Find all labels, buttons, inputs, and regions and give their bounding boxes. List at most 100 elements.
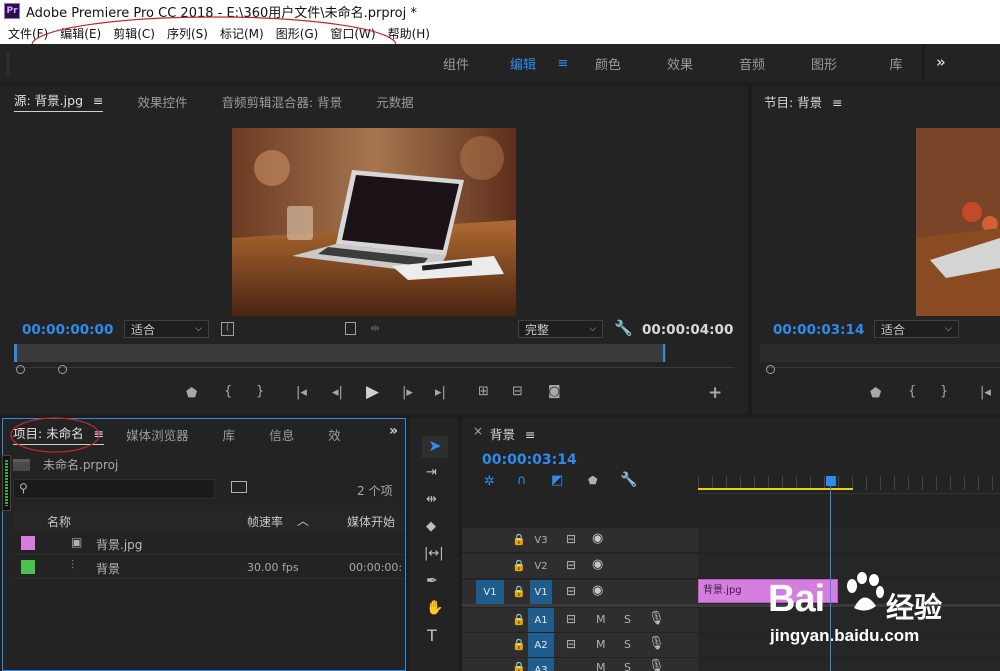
add-button-icon[interactable]: +	[708, 383, 722, 403]
workspace-graphics[interactable]: 图形	[788, 54, 860, 73]
program-fit-select[interactable]: 适合 ⌵	[874, 320, 959, 338]
sync-lock-icon[interactable]: ⊟	[566, 637, 576, 651]
mark-out-icon[interactable]: }	[256, 384, 264, 399]
workspace-menu-icon[interactable]: ≡	[554, 56, 572, 71]
drag-video-icon[interactable]	[345, 322, 356, 335]
lock-icon[interactable]: 🔒	[512, 533, 526, 546]
new-search-bin-icon[interactable]	[231, 481, 247, 493]
lock-icon[interactable]: 🔒	[512, 585, 526, 598]
in-out-toggle-icon[interactable]: ⟨	[221, 322, 234, 336]
track-target-v1[interactable]: V1	[530, 580, 552, 604]
label-color-swatch[interactable]	[21, 536, 35, 550]
source-out-point[interactable]	[663, 344, 665, 362]
tab-libraries[interactable]: 库	[223, 425, 236, 444]
source-fit-select[interactable]: 适合 ⌵	[124, 320, 209, 338]
close-sequence-icon[interactable]: ×	[473, 424, 483, 438]
workspace-assembly[interactable]: 组件	[420, 54, 492, 73]
label-color-swatch[interactable]	[21, 560, 35, 574]
overwrite-icon[interactable]: ⊟	[512, 384, 523, 399]
workspace-audio[interactable]: 音频	[716, 54, 788, 73]
solo-button[interactable]: S	[624, 661, 631, 671]
zoom-handle-right[interactable]	[58, 365, 67, 374]
program-timecode[interactable]: 00:00:03:14	[773, 322, 864, 338]
go-to-out-icon[interactable]: ▸|	[435, 385, 446, 400]
slip-tool-icon[interactable]: |↔|	[424, 546, 444, 561]
program-go-to-in-icon[interactable]: |◂	[980, 385, 991, 400]
mute-button[interactable]: M	[596, 661, 606, 671]
program-mark-out-icon[interactable]: }	[940, 384, 948, 399]
snap-icon[interactable]: ∩	[517, 473, 527, 488]
tab-program[interactable]: 节目: 背景 ≡	[764, 92, 843, 111]
tab-effects[interactable]: 效	[328, 425, 340, 444]
microphone-icon[interactable]: 🎙	[648, 611, 665, 626]
eye-icon[interactable]: ◉	[592, 583, 603, 598]
step-forward-icon[interactable]: |▸	[402, 385, 413, 400]
sync-lock-icon[interactable]: ⊟	[566, 558, 576, 572]
type-tool-icon[interactable]: T	[427, 626, 437, 645]
camera-icon[interactable]: ◙	[548, 384, 561, 399]
list-item[interactable]: ⫶ 背景 30.00 fps 00:00:00:	[13, 555, 405, 579]
solo-button[interactable]: S	[624, 613, 631, 626]
timeline-playhead-handle[interactable]	[826, 476, 836, 486]
mark-in-icon[interactable]: {	[224, 384, 232, 399]
workspace-effects[interactable]: 效果	[644, 54, 716, 73]
program-time-ruler[interactable]	[760, 344, 1000, 362]
insert-icon[interactable]: ⊞	[478, 384, 489, 399]
panel-grip[interactable]	[6, 52, 10, 74]
mute-button[interactable]: M	[596, 638, 606, 651]
source-timecode[interactable]: 00:00:00:00	[22, 322, 113, 338]
zoom-handle-left[interactable]	[16, 365, 25, 374]
eye-icon[interactable]: ◉	[592, 531, 603, 546]
column-media-start[interactable]: 媒体开始	[347, 513, 395, 530]
lock-icon[interactable]: 🔒	[512, 661, 526, 671]
track-target-a2[interactable]: A2	[528, 633, 554, 657]
lock-icon[interactable]: 🔒	[512, 559, 526, 572]
nest-toggle-icon[interactable]: ✲	[484, 474, 495, 489]
track-target-a3[interactable]: A3	[528, 658, 554, 671]
go-to-in-icon[interactable]: |◂	[296, 385, 307, 400]
program-zoom-handle[interactable]	[766, 365, 775, 374]
razor-tool-icon[interactable]: ◆	[426, 519, 436, 534]
track-target-v2[interactable]: V2	[530, 555, 552, 577]
hand-tool-icon[interactable]: ✋	[426, 600, 443, 616]
program-mark-in-icon[interactable]: {	[908, 384, 916, 399]
track-target-v3[interactable]: V3	[530, 529, 552, 551]
linked-selection-icon[interactable]: ◩	[551, 473, 563, 488]
workspace-more-icon[interactable]: »	[936, 53, 946, 71]
column-framerate[interactable]: 帧速率	[247, 513, 283, 530]
play-icon[interactable]: ▶	[366, 382, 379, 402]
workspace-editing[interactable]: 编辑	[492, 54, 554, 73]
track-target-a1[interactable]: A1	[528, 608, 554, 632]
microphone-icon[interactable]: 🎙	[648, 636, 665, 651]
pen-tool-icon[interactable]: ✒	[426, 573, 438, 589]
selection-tool-icon[interactable]: ➤	[422, 436, 448, 458]
drag-audio-icon[interactable]: ⇼	[370, 321, 380, 335]
list-item[interactable]: ▣ 背景.jpg	[13, 531, 405, 555]
tab-metadata[interactable]: 元数据	[376, 92, 414, 111]
tab-sequence[interactable]: 背景 ≡	[490, 424, 535, 443]
tab-media-browser[interactable]: 媒体浏览器	[126, 425, 189, 444]
source-patch-v1[interactable]: V1	[476, 580, 504, 604]
source-playhead[interactable]	[14, 344, 17, 362]
lock-icon[interactable]: 🔒	[512, 638, 526, 651]
tab-source[interactable]: 源: 背景.jpg ≡	[14, 90, 104, 112]
microphone-icon[interactable]: 🎙	[648, 659, 665, 671]
solo-button[interactable]: S	[624, 638, 631, 651]
eye-icon[interactable]: ◉	[592, 557, 603, 572]
lock-icon[interactable]: 🔒	[512, 613, 526, 626]
ripple-edit-tool-icon[interactable]: ⇹	[426, 492, 437, 507]
tab-info[interactable]: 信息	[269, 425, 294, 444]
source-quality-select[interactable]: 完整 ⌵	[518, 320, 603, 338]
settings-wrench-icon[interactable]: 🔧	[614, 319, 633, 337]
item-name[interactable]: 背景.jpg	[96, 536, 142, 553]
timeline-settings-icon[interactable]: 🔧	[620, 472, 637, 488]
timeline-marker-icon[interactable]: ⬟	[588, 474, 598, 487]
sync-lock-icon[interactable]: ⊟	[566, 532, 576, 546]
tab-effect-controls[interactable]: 效果控件	[137, 92, 187, 111]
timeline-timecode[interactable]: 00:00:03:14	[482, 452, 577, 468]
program-add-marker-icon[interactable]: ⬟	[870, 386, 881, 401]
sort-ascending-icon[interactable]: ︿	[297, 512, 309, 529]
step-back-icon[interactable]: ◂|	[332, 385, 343, 400]
sync-lock-icon[interactable]: ⊟	[566, 612, 576, 626]
tab-audio-clip-mixer[interactable]: 音频剪辑混合器: 背景	[222, 92, 343, 111]
